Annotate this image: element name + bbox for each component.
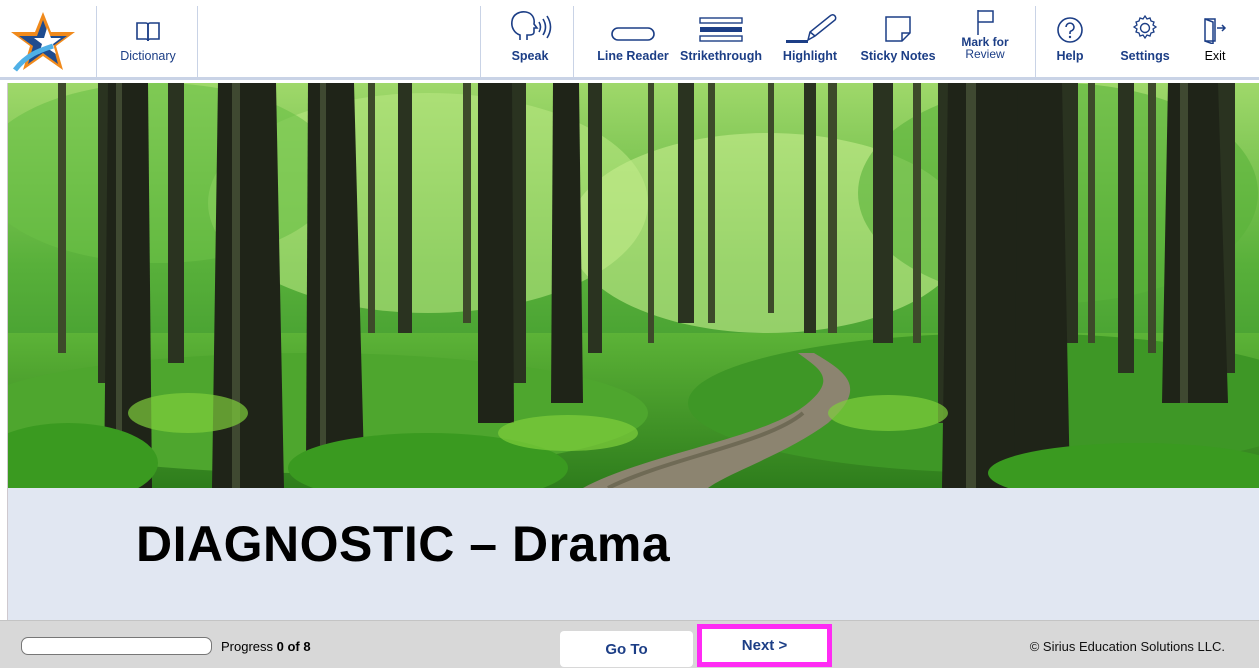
toolbar-separator xyxy=(96,6,97,77)
mark-for-review-button[interactable]: Mark for Review xyxy=(953,0,1017,77)
sticky-note-icon xyxy=(885,16,911,42)
toolbar-separator xyxy=(1035,6,1036,77)
toolbar-separator xyxy=(573,6,574,77)
gear-icon xyxy=(1132,14,1158,40)
line-reader-button[interactable]: Line Reader xyxy=(592,0,674,77)
settings-button[interactable]: Settings xyxy=(1113,0,1177,77)
title-panel: DIAGNOSTIC – Drama xyxy=(8,488,1259,620)
help-label: Help xyxy=(1056,49,1084,63)
bottom-bar: Progress 0 of 8 Go To Next > © Sirius Ed… xyxy=(0,620,1259,668)
settings-label: Settings xyxy=(1120,49,1170,63)
highlighter-pen-icon xyxy=(786,14,837,43)
next-button[interactable]: Next > xyxy=(697,624,832,667)
sticky-notes-button[interactable]: Sticky Notes xyxy=(855,0,941,77)
question-circle-icon xyxy=(1057,17,1083,43)
line-reader-icon xyxy=(611,27,655,41)
toolbar-separator xyxy=(480,6,481,77)
mark-for-review-label-line2: Review xyxy=(965,47,1005,61)
strikethrough-icon xyxy=(699,17,743,42)
book-icon xyxy=(136,22,160,42)
speak-label: Speak xyxy=(511,49,549,63)
flag-icon xyxy=(977,10,994,35)
dictionary-label: Dictionary xyxy=(120,49,176,63)
exit-button[interactable]: Exit xyxy=(1195,0,1235,77)
left-margin xyxy=(0,83,8,620)
sticky-notes-label: Sticky Notes xyxy=(860,49,936,63)
progress-label: Progress 0 of 8 xyxy=(221,639,311,654)
highlight-label: Highlight xyxy=(782,49,838,63)
progress-bar xyxy=(21,637,212,655)
progress-prefix: Progress xyxy=(221,639,277,654)
progress-value: 0 of 8 xyxy=(276,639,311,654)
go-to-button[interactable]: Go To xyxy=(560,631,693,667)
exit-door-icon xyxy=(1204,18,1227,44)
line-reader-label: Line Reader xyxy=(597,49,669,63)
toolbar-separator xyxy=(197,6,198,77)
highlight-button[interactable]: Highlight xyxy=(775,0,845,77)
page-title: DIAGNOSTIC – Drama xyxy=(136,516,671,572)
strikethrough-button[interactable]: Strikethrough xyxy=(675,0,767,77)
exit-label: Exit xyxy=(1204,49,1226,63)
help-button[interactable]: Help xyxy=(1050,0,1090,77)
toolbar: Dictionary Speak Line Reader Strikethrou… xyxy=(0,0,1259,80)
copyright-text: © Sirius Education Solutions LLC. xyxy=(1029,639,1225,654)
star-logo-icon xyxy=(11,12,75,72)
speaking-head-icon xyxy=(511,11,552,40)
strikethrough-label: Strikethrough xyxy=(680,49,762,63)
speak-button[interactable]: Speak xyxy=(500,0,560,77)
forest-banner-image xyxy=(8,83,1259,488)
dictionary-button[interactable]: Dictionary xyxy=(108,0,188,77)
